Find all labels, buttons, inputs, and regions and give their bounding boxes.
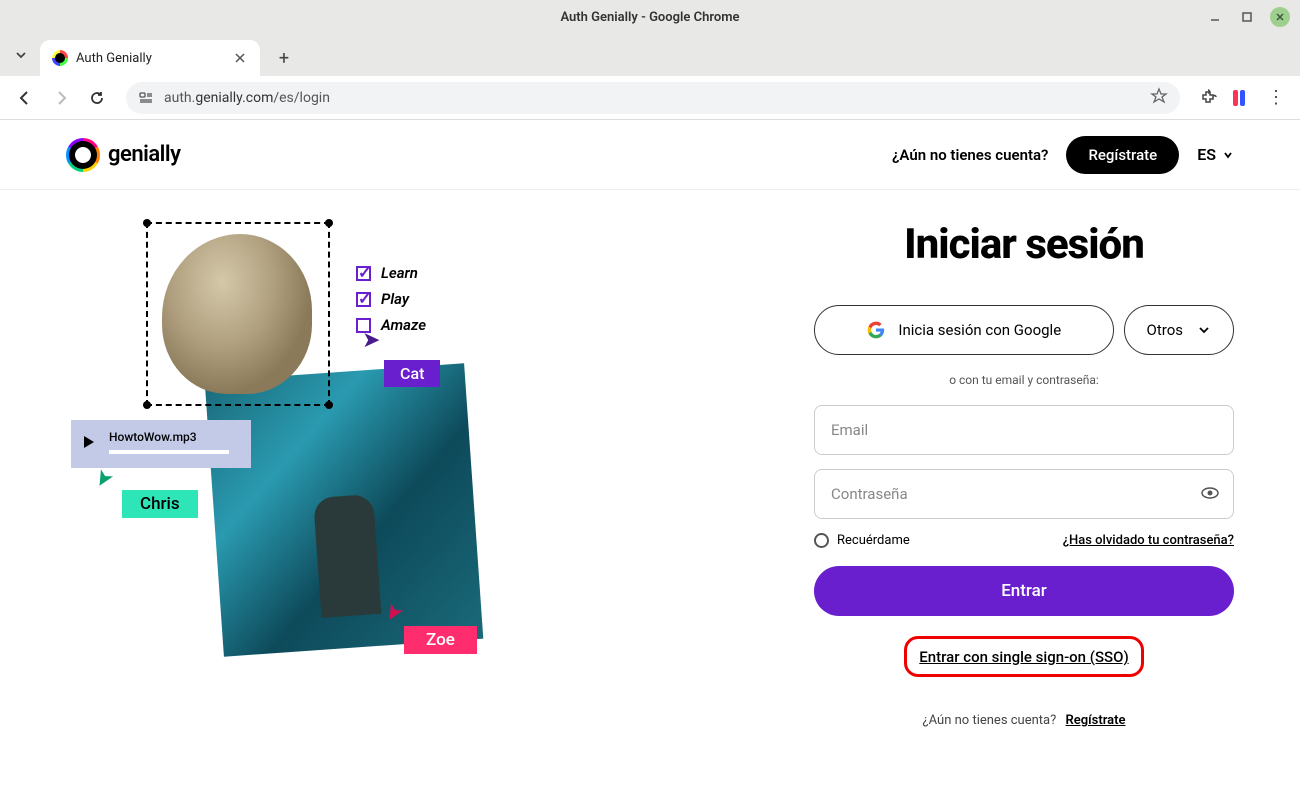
play-icon — [81, 434, 97, 454]
cursor-icon: ➤ — [362, 328, 380, 353]
others-button-label: Otros — [1147, 321, 1183, 339]
tab-close-button[interactable] — [232, 50, 248, 66]
checkbox-checked-icon — [356, 292, 371, 307]
bookmark-star-icon[interactable] — [1150, 87, 1168, 109]
main-content: Learn Play Amaze ➤ Cat HowtoWow.mp3 ➤ Ch… — [0, 190, 1300, 798]
logo-mark-icon — [66, 138, 100, 172]
tabs-dropdown-button[interactable] — [8, 42, 34, 68]
cat-tag: Cat — [384, 360, 440, 387]
extensions-icon[interactable] — [1194, 84, 1222, 112]
url-text: auth.genially.com/es/login — [164, 90, 1140, 106]
google-button-label: Inicia sesión con Google — [898, 321, 1061, 339]
sso-section: Entrar con single sign-on (SSO) — [814, 636, 1234, 677]
login-form: Iniciar sesión Inicia sesión con Google … — [814, 220, 1234, 798]
divider-text: o con tu email y contraseña: — [814, 373, 1234, 387]
maximize-button[interactable] — [1238, 8, 1256, 26]
email-input[interactable] — [814, 405, 1234, 455]
address-bar[interactable]: auth.genially.com/es/login — [126, 82, 1180, 114]
google-icon — [866, 320, 886, 340]
logo-text: genially — [108, 142, 181, 167]
other-signin-button[interactable]: Otros — [1124, 305, 1234, 355]
social-login-row: Inicia sesión con Google Otros — [814, 305, 1234, 355]
submit-button[interactable]: Entrar — [814, 566, 1234, 616]
new-tab-button[interactable]: + — [270, 44, 298, 72]
window-titlebar: Auth Genially - Google Chrome — [0, 0, 1300, 34]
browser-tab[interactable]: Auth Genially — [40, 40, 260, 76]
chevron-down-icon — [1222, 149, 1234, 161]
form-title: Iniciar sesión — [814, 220, 1234, 269]
remember-me[interactable]: Recuérdame — [814, 533, 910, 548]
sso-link[interactable]: Entrar con single sign-on (SSO) — [919, 648, 1128, 666]
site-header: genially ¿Aún no tienes cuenta? Regístra… — [0, 120, 1300, 190]
tab-favicon-icon — [52, 50, 68, 66]
password-input[interactable] — [814, 469, 1234, 519]
ocean-image — [205, 363, 484, 656]
reload-button[interactable] — [82, 83, 112, 113]
browser-toolbar: auth.genially.com/es/login ⋮ — [0, 76, 1300, 120]
cursor-icon: ➤ — [88, 464, 119, 492]
zoe-tag: Zoe — [404, 626, 477, 654]
todo-item-play: Play — [356, 290, 426, 308]
todo-item-learn: Learn — [356, 264, 426, 282]
browser-tabbar: Auth Genially + — [0, 34, 1300, 76]
illustration: Learn Play Amaze ➤ Cat HowtoWow.mp3 ➤ Ch… — [66, 220, 526, 680]
chevron-down-icon — [1197, 323, 1211, 337]
todo-list: Learn Play Amaze — [356, 264, 426, 334]
register-button[interactable]: Regístrate — [1066, 136, 1179, 174]
header-right: ¿Aún no tienes cuenta? Regístrate ES — [892, 136, 1234, 174]
genially-logo[interactable]: genially — [66, 138, 181, 172]
audio-filename: HowtoWow.mp3 — [109, 430, 237, 444]
no-account-text: ¿Aún no tienes cuenta? — [892, 146, 1048, 164]
radio-icon — [814, 533, 829, 548]
cat-image — [162, 234, 312, 394]
footer-register-link[interactable]: Regístrate — [1066, 713, 1126, 728]
tab-title: Auth Genially — [76, 51, 224, 66]
sso-highlight: Entrar con single sign-on (SSO) — [904, 636, 1143, 677]
audio-player: HowtoWow.mp3 — [71, 420, 251, 468]
footer-question: ¿Aún no tienes cuenta? — [922, 713, 1056, 728]
forward-button[interactable] — [46, 83, 76, 113]
google-signin-button[interactable]: Inicia sesión con Google — [814, 305, 1114, 355]
minimize-button[interactable] — [1206, 8, 1224, 26]
window-title: Auth Genially - Google Chrome — [560, 10, 739, 25]
color-extension-icon[interactable] — [1228, 84, 1256, 112]
close-button[interactable] — [1270, 7, 1290, 27]
show-password-icon[interactable] — [1200, 483, 1220, 507]
page-content: genially ¿Aún no tienes cuenta? Regístra… — [0, 120, 1300, 798]
browser-menu-button[interactable]: ⋮ — [1262, 84, 1290, 112]
illustration-panel: Learn Play Amaze ➤ Cat HowtoWow.mp3 ➤ Ch… — [66, 220, 774, 798]
remember-label: Recuérdame — [837, 533, 910, 548]
footer-signup: ¿Aún no tienes cuenta? Regístrate — [814, 713, 1234, 728]
site-settings-icon[interactable] — [138, 90, 154, 106]
back-button[interactable] — [10, 83, 40, 113]
checkbox-checked-icon — [356, 266, 371, 281]
forgot-password-link[interactable]: ¿Has olvidado tu contraseña? — [1063, 533, 1234, 548]
form-options-row: Recuérdame ¿Has olvidado tu contraseña? — [814, 533, 1234, 548]
language-selector[interactable]: ES — [1197, 145, 1234, 164]
language-code: ES — [1197, 145, 1216, 164]
chris-tag: Chris — [122, 490, 198, 518]
window-controls — [1206, 7, 1290, 27]
audio-progress — [109, 450, 229, 454]
